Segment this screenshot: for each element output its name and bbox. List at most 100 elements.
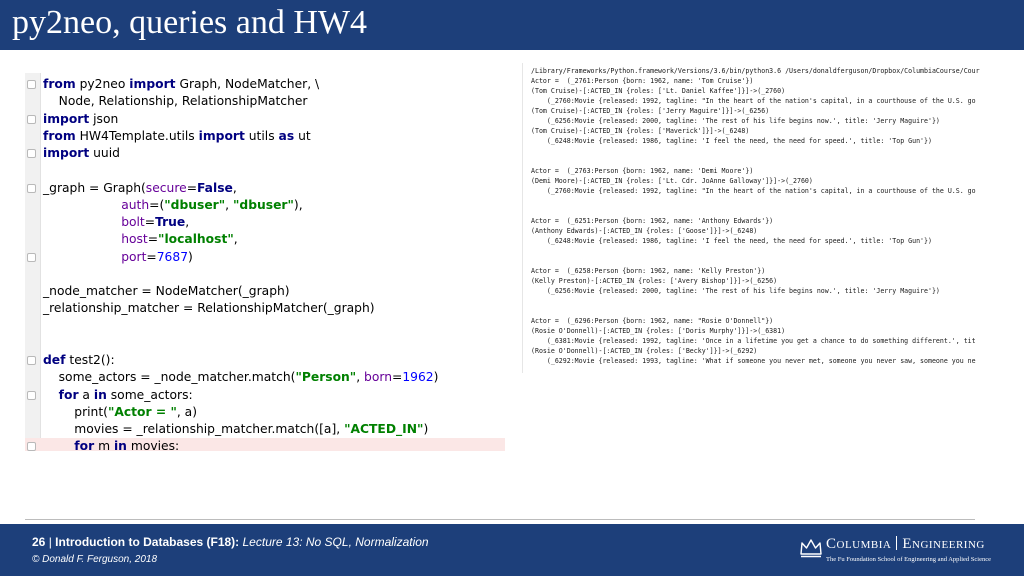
code-line: import uuid: [27, 145, 501, 162]
code-editor[interactable]: from py2neo import Graph, NodeMatcher, \…: [25, 73, 505, 451]
logo-subtitle: The Fu Foundation School of Engineering …: [826, 556, 991, 563]
fold-marker-icon[interactable]: [27, 442, 36, 451]
code-token: some_actors = _node_matcher.match(: [43, 370, 296, 385]
console-line: (_6381:Movie {released: 1992, tagline: '…: [531, 337, 976, 345]
code-token: auth: [121, 197, 150, 212]
copyright-text: © Donald F. Ferguson, 2018: [32, 554, 158, 565]
console-line: (_6292:Movie {released: 1993, tagline: '…: [531, 357, 976, 365]
code-token: as: [278, 128, 295, 143]
code-token: host: [121, 232, 148, 247]
code-token: for: [74, 439, 95, 451]
code-token: def: [43, 353, 66, 367]
code-token: HW4Template.utils: [75, 128, 199, 143]
console-line: Actor = (_6251:Person {born: 1962, name:…: [531, 217, 774, 225]
code-token: m: [94, 439, 114, 451]
code-token: "Person": [295, 370, 357, 385]
code-token: movies = _relationship_matcher.match([a]…: [43, 422, 345, 436]
console-line: (_6248:Movie {released: 1986, tagline: '…: [531, 237, 932, 245]
code-token: import: [129, 77, 176, 91]
console-line: (_2760:Movie {released: 1992, tagline: "…: [531, 187, 976, 195]
fold-marker-icon[interactable]: [27, 114, 36, 124]
console-line: (_6248:Movie {released: 1986, tagline: '…: [531, 137, 932, 145]
code-token: ut: [294, 128, 311, 143]
code-token: a: [78, 387, 94, 402]
code-line: host="localhost",: [43, 231, 501, 248]
fold-marker-icon[interactable]: [27, 356, 36, 365]
slide-title: py2neo, queries and HW4: [12, 4, 368, 41]
code-token: secure: [145, 180, 187, 195]
console-line: (Tom Cruise)-[:ACTED_IN {roles: ['Maveri…: [531, 127, 750, 135]
footer-course-line: 26 | Introduction to Databases (F18): Le…: [32, 535, 429, 549]
fold-marker-icon[interactable]: [27, 390, 36, 400]
code-token: json: [89, 111, 119, 126]
code-line: for a in some_actors:: [27, 387, 501, 404]
console-line: /Library/Frameworks/Python.framework/Ver…: [531, 67, 980, 75]
console-line: (_6256:Movie {released: 2000, tagline: '…: [531, 117, 940, 125]
console-line: (Kelly Preston)-[:ACTED_IN {roles: ['Ave…: [531, 277, 778, 285]
columbia-crown-icon: [800, 539, 822, 558]
code-token: , a): [176, 404, 198, 419]
code-line: _node_matcher = NodeMatcher(_graph): [43, 283, 501, 300]
console-line: Actor = (_6296:Person {born: 1962, name:…: [531, 317, 774, 325]
code-line: bolt=True,: [43, 214, 501, 231]
course-name: Introduction to Databases (F18):: [55, 535, 240, 549]
run-console-output[interactable]: /Library/Frameworks/Python.framework/Ver…: [522, 63, 1001, 373]
code-token: ,: [233, 232, 238, 247]
logo-word-engineering: Engineering: [902, 536, 985, 552]
fold-marker-icon[interactable]: [27, 252, 36, 262]
code-token: import: [43, 111, 90, 126]
code-token: for: [58, 387, 79, 402]
code-token: =: [144, 215, 156, 229]
footer-divider: [25, 519, 975, 520]
code-token: some_actors:: [106, 387, 193, 402]
code-token: import: [43, 146, 90, 160]
page-number: 26: [32, 535, 46, 549]
code-line: from py2neo import Graph, NodeMatcher, \: [27, 76, 501, 93]
footer-separator: |: [45, 535, 56, 549]
code-token: =: [392, 370, 403, 385]
code-token: =(: [149, 197, 165, 212]
code-token: movies:: [126, 439, 180, 451]
code-token: in: [93, 387, 107, 402]
code-token: "ACTED_IN": [344, 422, 424, 436]
console-line: (_2760:Movie {released: 1992, tagline: "…: [531, 97, 976, 105]
code-token: =: [186, 180, 197, 195]
code-token: Node, Relationship, RelationshipMatcher: [43, 94, 308, 109]
fold-marker-icon[interactable]: [27, 149, 36, 158]
console-line: (Rosie O'Donnell)-[:ACTED_IN {roles: ['B…: [531, 347, 758, 355]
code-token: import: [198, 128, 245, 143]
console-line: (Tom Cruise)-[:ACTED_IN {roles: ['Jerry …: [531, 107, 770, 115]
code-token: ): [423, 422, 429, 436]
console-line: Actor = (_6258:Person {born: 1962, name:…: [531, 267, 766, 275]
console-line: Actor = (_2763:Person {born: 1962, name:…: [531, 167, 754, 175]
code-token: Graph, NodeMatcher, \: [175, 77, 320, 91]
fold-marker-icon[interactable]: [27, 80, 36, 89]
code-token: from: [43, 128, 76, 143]
fold-marker-icon[interactable]: [27, 183, 36, 193]
console-line: (_6256:Movie {released: 2000, tagline: '…: [531, 287, 940, 295]
code-line: Node, Relationship, RelationshipMatcher: [43, 93, 501, 110]
code-lines: from py2neo import Graph, NodeMatcher, \…: [25, 76, 505, 451]
code-token: 1962: [402, 370, 434, 385]
code-token: _relationship_matcher = RelationshipMatc…: [43, 301, 375, 316]
code-line: for m in movies:: [25, 438, 505, 451]
console-line: (Rosie O'Donnell)-[:ACTED_IN {roles: ['D…: [531, 327, 786, 335]
code-line: some_actors = _node_matcher.match("Perso…: [43, 369, 501, 386]
code-token: py2neo: [75, 77, 130, 91]
code-token: born: [364, 370, 393, 385]
code-token: True: [155, 215, 186, 229]
code-line: movies = _relationship_matcher.match([a]…: [43, 421, 501, 438]
code-token: utils: [244, 128, 279, 143]
code-token: port: [121, 249, 147, 264]
logo-word-columbia: Columbia: [826, 536, 892, 552]
code-line: _relationship_matcher = RelationshipMatc…: [43, 300, 501, 317]
code-token: ): [188, 249, 193, 264]
